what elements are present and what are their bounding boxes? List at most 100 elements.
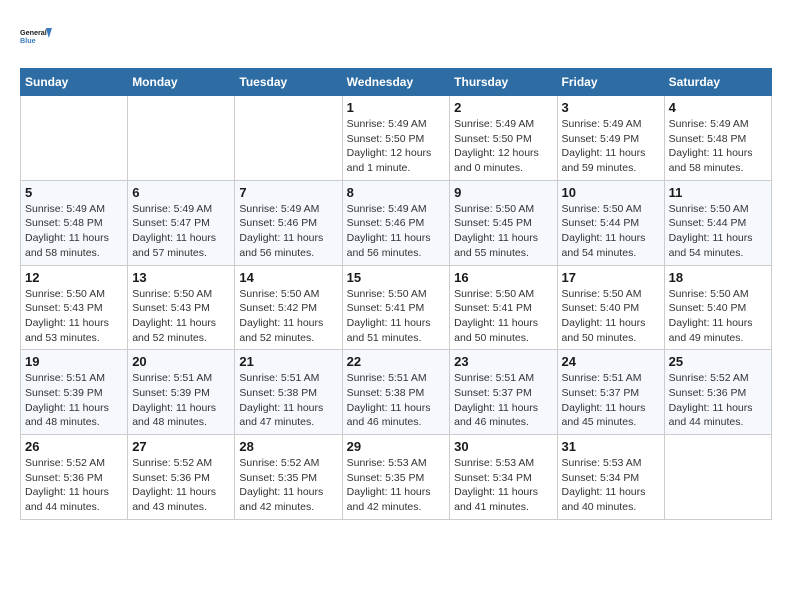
day-number: 26 [25, 439, 123, 454]
day-info: Sunrise: 5:50 AM Sunset: 5:42 PM Dayligh… [239, 287, 337, 346]
day-info: Sunrise: 5:49 AM Sunset: 5:46 PM Dayligh… [239, 202, 337, 261]
calendar-cell: 3Sunrise: 5:49 AM Sunset: 5:49 PM Daylig… [557, 96, 664, 181]
day-number: 23 [454, 354, 552, 369]
calendar-cell: 26 Sunrise: 5:52 AM Sunset: 5:36 PM Dayli… [21, 435, 128, 520]
calendar-week-4: 19 Sunrise: 5:51 AM Sunset: 5:39 PM Dayli… [21, 350, 772, 435]
day-number: 25 [669, 354, 767, 369]
day-number: 13 [132, 270, 230, 285]
weekday-header-sunday: Sunday [21, 69, 128, 96]
day-number: 20 [132, 354, 230, 369]
day-info: Sunrise: 5:49 AM Sunset: 5:48 PM Dayligh… [669, 117, 767, 176]
calendar-cell: 5 Sunrise: 5:49 AM Sunset: 5:48 PM Daylig… [21, 180, 128, 265]
calendar-cell: 19 Sunrise: 5:51 AM Sunset: 5:39 PM Dayli… [21, 350, 128, 435]
logo-icon: GeneralBlue [20, 20, 52, 52]
calendar-cell: 12 Sunrise: 5:50 AM Sunset: 5:43 PM Dayli… [21, 265, 128, 350]
day-number: 27 [132, 439, 230, 454]
day-info: Sunrise: 5:49 AM Sunset: 5:47 PM Dayligh… [132, 202, 230, 261]
weekday-header-thursday: Thursday [450, 69, 557, 96]
day-number: 2 [454, 100, 552, 115]
day-info: Sunrise: 5:53 AM Sunset: 5:34 PM Dayligh… [562, 456, 660, 515]
day-number: 17 [562, 270, 660, 285]
day-info: Sunrise: 5:53 AM Sunset: 5:34 PM Dayligh… [454, 456, 552, 515]
day-info: Sunrise: 5:50 AM Sunset: 5:44 PM Dayligh… [669, 202, 767, 261]
day-number: 4 [669, 100, 767, 115]
calendar-cell: 25 Sunrise: 5:52 AM Sunset: 5:36 PM Dayli… [664, 350, 771, 435]
day-number: 14 [239, 270, 337, 285]
day-info: Sunrise: 5:50 AM Sunset: 5:45 PM Dayligh… [454, 202, 552, 261]
day-info: Sunrise: 5:50 AM Sunset: 5:41 PM Dayligh… [347, 287, 446, 346]
day-number: 29 [347, 439, 446, 454]
calendar-cell: 24 Sunrise: 5:51 AM Sunset: 5:37 PM Dayli… [557, 350, 664, 435]
calendar-week-3: 12 Sunrise: 5:50 AM Sunset: 5:43 PM Dayli… [21, 265, 772, 350]
calendar-cell: 9 Sunrise: 5:50 AM Sunset: 5:45 PM Daylig… [450, 180, 557, 265]
day-number: 1 [347, 100, 446, 115]
day-number: 5 [25, 185, 123, 200]
day-info: Sunrise: 5:51 AM Sunset: 5:37 PM Dayligh… [454, 371, 552, 430]
day-info: Sunrise: 5:49 AM Sunset: 5:50 PM Dayligh… [454, 117, 552, 176]
day-number: 12 [25, 270, 123, 285]
day-number: 19 [25, 354, 123, 369]
day-info: Sunrise: 5:51 AM Sunset: 5:37 PM Dayligh… [562, 371, 660, 430]
day-info: Sunrise: 5:50 AM Sunset: 5:40 PM Dayligh… [562, 287, 660, 346]
calendar-cell: 10Sunrise: 5:50 AM Sunset: 5:44 PM Dayli… [557, 180, 664, 265]
day-info: Sunrise: 5:51 AM Sunset: 5:39 PM Dayligh… [25, 371, 123, 430]
weekday-header-friday: Friday [557, 69, 664, 96]
calendar-table: SundayMondayTuesdayWednesdayThursdayFrid… [20, 68, 772, 520]
calendar-cell: 20 Sunrise: 5:51 AM Sunset: 5:39 PM Dayli… [128, 350, 235, 435]
calendar-cell: 17 Sunrise: 5:50 AM Sunset: 5:40 PM Dayli… [557, 265, 664, 350]
calendar-cell: 23 Sunrise: 5:51 AM Sunset: 5:37 PM Dayli… [450, 350, 557, 435]
day-info: Sunrise: 5:50 AM Sunset: 5:41 PM Dayligh… [454, 287, 552, 346]
calendar-cell: 16 Sunrise: 5:50 AM Sunset: 5:41 PM Dayli… [450, 265, 557, 350]
day-info: Sunrise: 5:52 AM Sunset: 5:36 PM Dayligh… [132, 456, 230, 515]
day-info: Sunrise: 5:50 AM Sunset: 5:43 PM Dayligh… [25, 287, 123, 346]
day-info: Sunrise: 5:51 AM Sunset: 5:38 PM Dayligh… [239, 371, 337, 430]
calendar-cell: 13 Sunrise: 5:50 AM Sunset: 5:43 PM Dayli… [128, 265, 235, 350]
day-info: Sunrise: 5:53 AM Sunset: 5:35 PM Dayligh… [347, 456, 446, 515]
day-number: 31 [562, 439, 660, 454]
calendar-cell: 27 Sunrise: 5:52 AM Sunset: 5:36 PM Dayli… [128, 435, 235, 520]
day-number: 3 [562, 100, 660, 115]
weekday-header-saturday: Saturday [664, 69, 771, 96]
calendar-cell: 15 Sunrise: 5:50 AM Sunset: 5:41 PM Dayli… [342, 265, 450, 350]
logo: GeneralBlue [20, 20, 52, 52]
day-info: Sunrise: 5:51 AM Sunset: 5:39 PM Dayligh… [132, 371, 230, 430]
calendar-cell: 2 Sunrise: 5:49 AM Sunset: 5:50 PM Daylig… [450, 96, 557, 181]
calendar-cell: 7 Sunrise: 5:49 AM Sunset: 5:46 PM Daylig… [235, 180, 342, 265]
day-number: 9 [454, 185, 552, 200]
day-number: 22 [347, 354, 446, 369]
day-info: Sunrise: 5:52 AM Sunset: 5:36 PM Dayligh… [25, 456, 123, 515]
calendar-cell [21, 96, 128, 181]
weekday-header-monday: Monday [128, 69, 235, 96]
day-info: Sunrise: 5:49 AM Sunset: 5:50 PM Dayligh… [347, 117, 446, 176]
calendar-cell: 11 Sunrise: 5:50 AM Sunset: 5:44 PM Dayli… [664, 180, 771, 265]
weekday-header-tuesday: Tuesday [235, 69, 342, 96]
calendar-cell: 1 Sunrise: 5:49 AM Sunset: 5:50 PM Daylig… [342, 96, 450, 181]
day-number: 16 [454, 270, 552, 285]
page-header: GeneralBlue [20, 20, 772, 52]
day-info: Sunrise: 5:51 AM Sunset: 5:38 PM Dayligh… [347, 371, 446, 430]
day-number: 28 [239, 439, 337, 454]
day-number: 24 [562, 354, 660, 369]
calendar-cell [235, 96, 342, 181]
day-info: Sunrise: 5:49 AM Sunset: 5:46 PM Dayligh… [347, 202, 446, 261]
calendar-cell [128, 96, 235, 181]
calendar-week-1: 1 Sunrise: 5:49 AM Sunset: 5:50 PM Daylig… [21, 96, 772, 181]
calendar-cell: 6 Sunrise: 5:49 AM Sunset: 5:47 PM Daylig… [128, 180, 235, 265]
calendar-cell: 28Sunrise: 5:52 AM Sunset: 5:35 PM Dayli… [235, 435, 342, 520]
day-info: Sunrise: 5:50 AM Sunset: 5:43 PM Dayligh… [132, 287, 230, 346]
day-number: 18 [669, 270, 767, 285]
day-number: 6 [132, 185, 230, 200]
calendar-cell [664, 435, 771, 520]
calendar-cell: 29 Sunrise: 5:53 AM Sunset: 5:35 PM Dayli… [342, 435, 450, 520]
day-info: Sunrise: 5:52 AM Sunset: 5:36 PM Dayligh… [669, 371, 767, 430]
day-info: Sunrise: 5:49 AM Sunset: 5:48 PM Dayligh… [25, 202, 123, 261]
calendar-week-2: 5 Sunrise: 5:49 AM Sunset: 5:48 PM Daylig… [21, 180, 772, 265]
day-number: 15 [347, 270, 446, 285]
day-info: Sunrise: 5:50 AM Sunset: 5:40 PM Dayligh… [669, 287, 767, 346]
calendar-cell: 30Sunrise: 5:53 AM Sunset: 5:34 PM Dayli… [450, 435, 557, 520]
calendar-cell: 14 Sunrise: 5:50 AM Sunset: 5:42 PM Dayli… [235, 265, 342, 350]
day-number: 11 [669, 185, 767, 200]
day-number: 7 [239, 185, 337, 200]
calendar-cell: 4 Sunrise: 5:49 AM Sunset: 5:48 PM Daylig… [664, 96, 771, 181]
day-info: Sunrise: 5:50 AM Sunset: 5:44 PM Dayligh… [562, 202, 660, 261]
